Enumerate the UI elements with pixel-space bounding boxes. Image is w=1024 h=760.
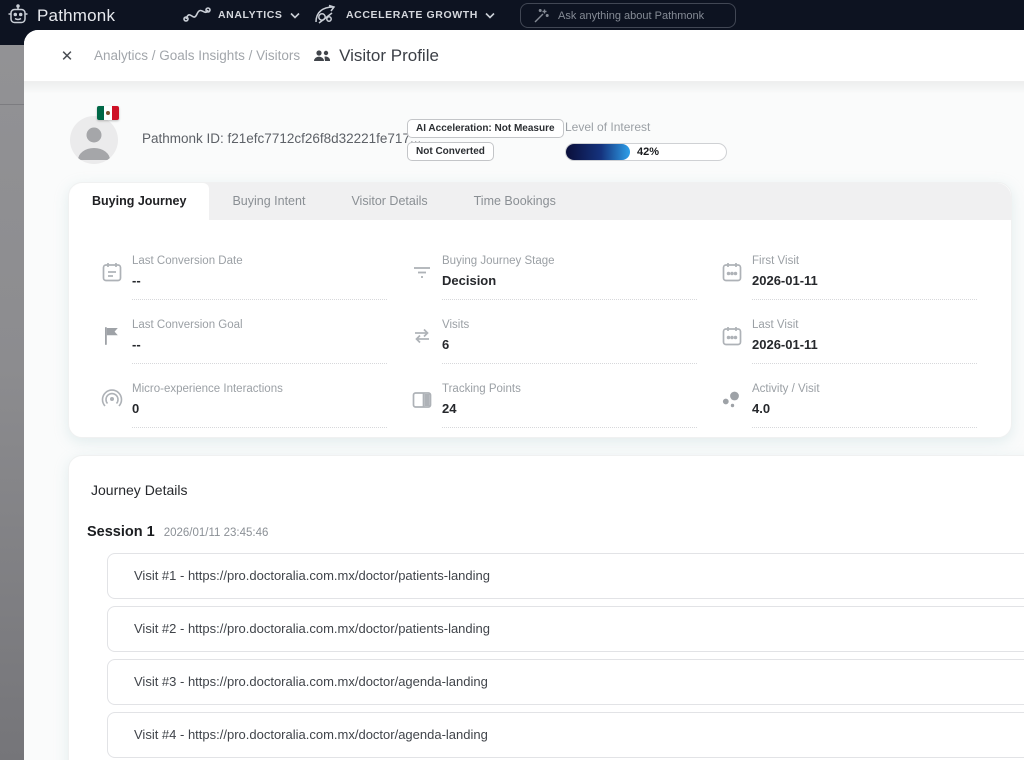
- visit-item[interactable]: Visit #1 - https://pro.doctoralia.com.mx…: [107, 553, 1024, 599]
- title-group: Visitor Profile: [313, 46, 439, 66]
- session-label: Session 1: [87, 524, 155, 540]
- stat-tracking-points: Tracking Points 24: [401, 364, 711, 428]
- calendar-lines-icon: [91, 260, 132, 300]
- brand[interactable]: Pathmonk: [6, 2, 115, 29]
- page-backdrop: [0, 45, 24, 760]
- stat-visits: Visits 6: [401, 300, 711, 364]
- modal-header: ✕ Analytics / Goals Insights / Visitors …: [24, 30, 1024, 82]
- pathmonk-robot-icon: [6, 4, 30, 28]
- stats-grid: Last Conversion Date -- Buying Journey S…: [69, 220, 1011, 428]
- visit-list: Visit #1 - https://pro.doctoralia.com.mx…: [107, 553, 1024, 760]
- tab-bar: Buying Journey Buying Intent Visitor Det…: [69, 183, 1011, 220]
- level-of-interest: Level of Interest 42%: [565, 120, 727, 161]
- tab-time-bookings[interactable]: Time Bookings: [451, 183, 579, 220]
- nav-item-accelerate-growth[interactable]: ACCELERATE GROWTH: [313, 0, 495, 30]
- stat-last-visit: Last Visit 2026-01-11: [711, 300, 991, 364]
- stat-first-visit: First Visit 2026-01-11: [711, 236, 991, 300]
- chevron-down-icon: [290, 12, 300, 19]
- stat-last-conversion-goal: Last Conversion Goal --: [91, 300, 401, 364]
- visitor-profile-screen: Pathmonk ANALYTICS: [0, 0, 1024, 760]
- session-header: Session 1 2026/01/11 23:45:46: [87, 524, 1024, 540]
- level-of-interest-percent: 42%: [637, 144, 659, 160]
- funnel-lines-icon: [401, 260, 442, 300]
- journey-details-heading: Journey Details: [91, 482, 1024, 498]
- radar-icon: [91, 388, 132, 428]
- tab-buying-intent[interactable]: Buying Intent: [209, 183, 328, 220]
- badge-ai-acceleration: AI Acceleration: Not Measure: [407, 119, 564, 138]
- badge-not-converted: Not Converted: [407, 142, 494, 161]
- ask-anything-label: Ask anything about Pathmonk: [558, 10, 704, 22]
- chevron-down-icon: [485, 12, 495, 19]
- columns-icon: [401, 388, 442, 428]
- visitor-avatar: [70, 116, 118, 164]
- nav-item-label: ACCELERATE GROWTH: [346, 9, 478, 21]
- tab-visitor-details[interactable]: Visitor Details: [328, 183, 450, 220]
- visitor-id: Pathmonk ID: f21efc7712cf26f8d32221fe717…: [142, 131, 421, 146]
- ask-anything-button[interactable]: Ask anything about Pathmonk: [520, 3, 736, 28]
- calendar-dots-icon: [711, 324, 752, 364]
- dots-cluster-icon: [711, 388, 752, 428]
- backdrop-divider: [0, 104, 24, 105]
- people-icon: [313, 49, 331, 63]
- status-badges: AI Acceleration: Not Measure Not Convert…: [407, 119, 564, 161]
- session-timestamp: 2026/01/11 23:45:46: [164, 527, 269, 539]
- nav-item-analytics[interactable]: ANALYTICS: [183, 0, 300, 30]
- close-button[interactable]: ✕: [54, 43, 80, 69]
- journey-details-card: Journey Details Session 1 2026/01/11 23:…: [68, 455, 1024, 760]
- stat-activity-per-visit: Activity / Visit 4.0: [711, 364, 991, 428]
- stat-last-conversion-date: Last Conversion Date --: [91, 236, 401, 300]
- level-of-interest-label: Level of Interest: [565, 120, 727, 134]
- analytics-squiggle-icon: [183, 5, 211, 25]
- level-of-interest-fill: [566, 144, 630, 160]
- breadcrumb[interactable]: Analytics / Goals Insights / Visitors: [94, 48, 300, 63]
- visit-item[interactable]: Visit #3 - https://pro.doctoralia.com.mx…: [107, 659, 1024, 705]
- visit-item[interactable]: Visit #4 - https://pro.doctoralia.com.mx…: [107, 712, 1024, 758]
- page-title: Visitor Profile: [339, 46, 439, 66]
- person-icon: [70, 116, 118, 164]
- magic-wand-icon: [533, 8, 549, 24]
- stat-buying-journey-stage: Buying Journey Stage Decision: [401, 236, 711, 300]
- nav-item-label: ANALYTICS: [218, 9, 283, 21]
- calendar-dots-icon: [711, 260, 752, 300]
- repeat-icon: [401, 324, 442, 364]
- level-of-interest-bar: 42%: [565, 143, 727, 161]
- tab-buying-journey[interactable]: Buying Journey: [69, 183, 209, 220]
- flag-icon: [91, 324, 132, 364]
- buying-journey-card: Buying Journey Buying Intent Visitor Det…: [68, 182, 1012, 438]
- visit-item[interactable]: Visit #2 - https://pro.doctoralia.com.mx…: [107, 606, 1024, 652]
- stat-micro-experience-interactions: Micro-experience Interactions 0: [91, 364, 401, 428]
- accelerate-growth-icon: [313, 4, 339, 26]
- mexico-flag-icon: [97, 106, 119, 120]
- brand-name: Pathmonk: [37, 6, 115, 26]
